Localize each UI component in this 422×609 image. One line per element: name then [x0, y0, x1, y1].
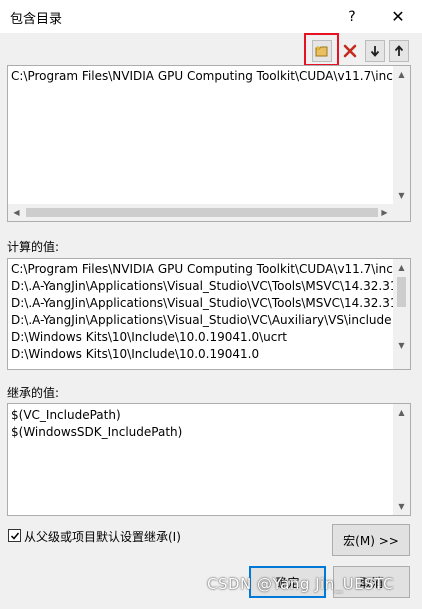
list-item: $(VC_IncludePath) — [11, 408, 121, 422]
list-item: D:\.A-YangJin\Applications\Visual_Studio… — [11, 279, 398, 293]
scroll-down-arrow-icon[interactable]: ▼ — [393, 498, 410, 515]
vertical-scrollbar[interactable]: ▲ ▼ — [393, 259, 410, 369]
inherited-values-list[interactable]: $(VC_IncludePath) $(WindowsSDK_IncludePa… — [7, 403, 411, 516]
list-item[interactable]: C:\Program Files\NVIDIA GPU Computing To… — [11, 69, 393, 83]
new-line-button[interactable] — [312, 40, 332, 62]
delete-icon — [343, 44, 357, 58]
move-up-button[interactable] — [389, 40, 409, 62]
list-item: D:\Windows Kits\10\Include\10.0.19041.0 — [11, 347, 260, 361]
list-item: D:\.A-YangJin\Applications\Visual_Studio… — [11, 296, 398, 310]
scroll-left-arrow-icon[interactable]: ◀ — [8, 204, 25, 221]
macros-button[interactable]: 宏(M) >> — [332, 524, 410, 556]
window-title: 包含目录 — [10, 12, 63, 27]
scroll-right-arrow-icon[interactable]: ▶ — [376, 204, 393, 221]
watermark: CSDN @Yang Jin_UESTC — [207, 575, 394, 593]
inherit-checkbox-label[interactable]: 从父级或项目默认设置继承(I) — [24, 528, 181, 545]
inherit-checkbox[interactable] — [8, 529, 21, 542]
arrow-up-icon — [394, 45, 404, 56]
scroll-up-arrow-icon[interactable]: ▲ — [393, 404, 410, 421]
evaluated-values-label: 计算的值: — [7, 240, 60, 254]
help-button[interactable]: ? — [330, 0, 374, 33]
move-down-button[interactable] — [365, 40, 385, 62]
inherited-values-label: 继承的值: — [7, 386, 60, 400]
checkmark-icon — [10, 532, 19, 540]
scroll-corner — [393, 204, 410, 221]
list-item: D:\Windows Kits\10\Include\10.0.19041.0\… — [11, 330, 287, 344]
horizontal-scroll-thumb[interactable] — [26, 208, 378, 217]
list-item: $(WindowsSDK_IncludePath) — [11, 425, 183, 439]
scroll-down-arrow-icon[interactable]: ▼ — [393, 337, 410, 354]
help-icon: ? — [348, 8, 356, 25]
scroll-up-arrow-icon[interactable]: ▲ — [393, 259, 410, 276]
delete-line-button[interactable] — [340, 40, 360, 62]
horizontal-scrollbar[interactable]: ◀ ▶ — [8, 204, 393, 221]
vertical-scroll-thumb[interactable] — [397, 277, 406, 307]
scroll-up-arrow-icon[interactable]: ▲ — [393, 66, 410, 83]
new-line-icon — [315, 45, 328, 57]
arrow-down-icon — [370, 46, 380, 57]
list-item: D:\.A-YangJin\Applications\Visual_Studio… — [11, 313, 392, 327]
include-paths-list[interactable]: C:\Program Files\NVIDIA GPU Computing To… — [7, 65, 411, 222]
title-bar: 包含目录 ? ✕ — [0, 0, 422, 33]
vertical-scrollbar[interactable]: ▲ ▼ — [393, 66, 410, 204]
scroll-down-arrow-icon[interactable]: ▼ — [393, 187, 410, 204]
evaluated-values-list[interactable]: C:\Program Files\NVIDIA GPU Computing To… — [7, 258, 411, 370]
list-item: C:\Program Files\NVIDIA GPU Computing To… — [11, 262, 393, 276]
close-icon: ✕ — [391, 7, 405, 26]
close-button[interactable]: ✕ — [376, 0, 420, 33]
vertical-scrollbar[interactable]: ▲ ▼ — [393, 404, 410, 515]
